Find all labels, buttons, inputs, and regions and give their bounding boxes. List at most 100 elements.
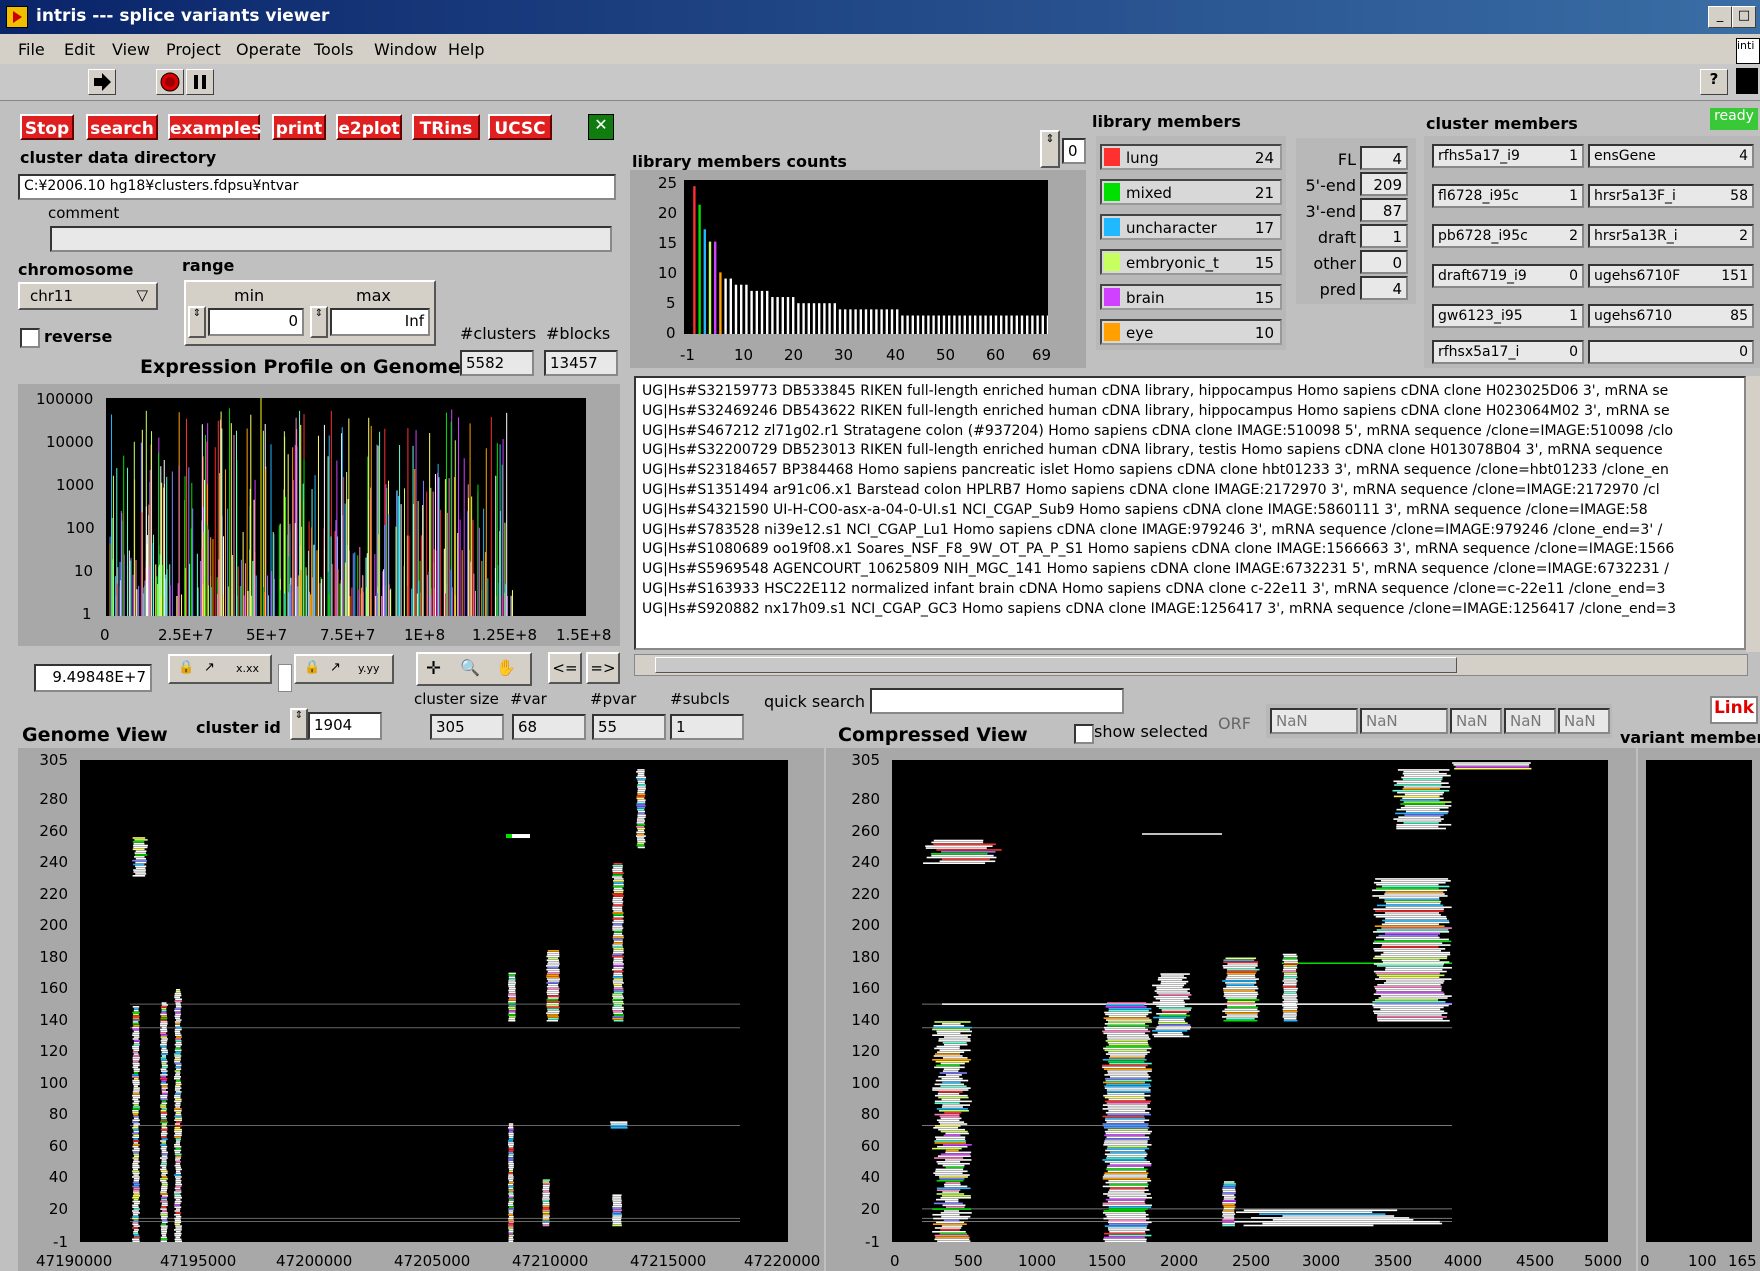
- library-member-row[interactable]: mixed 21: [1100, 179, 1282, 205]
- list-item[interactable]: UG|Hs#S783528 ni39e12.s1 NCI_CGAP_Lu1 Ho…: [642, 521, 1738, 541]
- genome-exon: [133, 1161, 140, 1163]
- cluster-dir-field[interactable]: C:¥2006.10 hg18¥clusters.fdpsu¥ntvar: [18, 174, 616, 200]
- genome-exon: [613, 934, 624, 937]
- menu-edit[interactable]: Edit: [64, 40, 95, 59]
- range-max-stepper[interactable]: ⇕: [310, 306, 328, 338]
- crosshair-icon[interactable]: ✛: [426, 658, 441, 679]
- genome-exon: [612, 1217, 622, 1219]
- compressed-exon: [936, 1221, 965, 1224]
- pause-icon[interactable]: [186, 69, 214, 95]
- library-member-row[interactable]: eye 10: [1100, 319, 1282, 345]
- cluster-member-right[interactable]: hrsr5a13R_i 2: [1588, 224, 1754, 248]
- x-autoscale-icon[interactable]: ↗: [204, 660, 215, 675]
- horizontal-scrollbar[interactable]: [634, 654, 1748, 676]
- menu-help[interactable]: Help: [448, 40, 484, 59]
- list-item[interactable]: UG|Hs#S4321590 UI-H-CO0-asx-a-04-0-UI.s1…: [642, 501, 1738, 521]
- library-member-row[interactable]: lung 24: [1100, 144, 1282, 170]
- cluster-member-right[interactable]: ensGene 4: [1588, 144, 1754, 168]
- reverse-checkbox[interactable]: [20, 328, 40, 348]
- menu-window[interactable]: Window: [374, 40, 437, 59]
- list-item[interactable]: UG|Hs#S32200729 DB523013 RIKEN full-leng…: [642, 441, 1738, 461]
- cluster-member-left[interactable]: draft6719_i9 0: [1432, 264, 1584, 288]
- list-item[interactable]: UG|Hs#S23184657 BP384468 Homo sapiens pa…: [642, 461, 1738, 481]
- cluster-member-right[interactable]: hrsr5a13F_i 58: [1588, 184, 1754, 208]
- compressed-exon: [931, 854, 994, 857]
- scale-toggle[interactable]: [278, 664, 292, 692]
- cluster-member-right[interactable]: ugehs6710 85: [1588, 304, 1754, 328]
- menu-view[interactable]: View: [112, 40, 150, 59]
- excel-icon[interactable]: ✕: [588, 114, 614, 140]
- help-button[interactable]: ?: [1700, 69, 1728, 95]
- abort-icon[interactable]: [156, 69, 184, 95]
- list-item[interactable]: UG|Hs#S32159773 DB533845 RIKEN full-leng…: [642, 382, 1738, 402]
- cluster-member-left[interactable]: rfhsx5a17_i 0: [1432, 340, 1584, 364]
- y-autoscale-icon[interactable]: ↗: [330, 660, 341, 675]
- cluster-member-left[interactable]: pb6728_i95c 2: [1432, 224, 1584, 248]
- library-member-row[interactable]: embryonic_t 15: [1100, 249, 1282, 275]
- trins-button[interactable]: TRins: [412, 114, 480, 140]
- cluster-member-left[interactable]: rfhs5a17_i9 1: [1432, 144, 1584, 168]
- sequence-list[interactable]: UG|Hs#S32159773 DB533845 RIKEN full-leng…: [634, 376, 1746, 650]
- examples-button[interactable]: examples: [168, 114, 261, 140]
- chromosome-select[interactable]: chr11 ▽: [18, 282, 158, 310]
- lib-counts-stepper[interactable]: ⇕: [1040, 130, 1060, 168]
- list-item[interactable]: UG|Hs#S163933 HSC22E112 normalized infan…: [642, 580, 1738, 600]
- link-button[interactable]: Link: [1710, 696, 1758, 724]
- list-item[interactable]: UG|Hs#S5969548 AGENCOURT_10625809 NIH_MG…: [642, 560, 1738, 580]
- lib-xtick: 20: [784, 346, 804, 364]
- range-min-stepper[interactable]: ⇕: [188, 306, 206, 338]
- e2plot-button[interactable]: e2plot: [336, 114, 402, 140]
- genome-exon: [175, 1098, 182, 1101]
- lib-counts-spin-field[interactable]: 0: [1062, 138, 1086, 164]
- list-item[interactable]: UG|Hs#S32469246 DB543622 RIKEN full-leng…: [642, 402, 1738, 422]
- ucsc-button[interactable]: UCSC: [488, 114, 552, 140]
- compressed-exon: [1376, 936, 1440, 939]
- x-format-icon[interactable]: x.xx: [236, 662, 259, 675]
- menu-operate[interactable]: Operate: [236, 40, 301, 59]
- search-button[interactable]: search: [86, 114, 158, 140]
- show-selected-checkbox[interactable]: [1074, 724, 1094, 744]
- run-arrow-icon[interactable]: [88, 69, 116, 95]
- cluster-id-field[interactable]: 1904: [308, 712, 382, 740]
- y-format-icon[interactable]: y.yy: [358, 662, 379, 675]
- list-item[interactable]: UG|Hs#S1351494 ar91c06.x1 Barstead colon…: [642, 481, 1738, 501]
- library-member-row[interactable]: uncharacter 17: [1100, 214, 1282, 240]
- menu-tools[interactable]: Tools: [314, 40, 353, 59]
- genome-exon: [160, 1140, 167, 1142]
- maximize-button[interactable]: □: [1732, 6, 1756, 28]
- menu-file[interactable]: File: [18, 40, 45, 59]
- vertical-scrollbar[interactable]: [1746, 376, 1760, 652]
- zoom-icon[interactable]: 🔍: [460, 658, 480, 677]
- list-item[interactable]: UG|Hs#S1080689 oo19f08.x1 Soares_NSF_F8_…: [642, 540, 1738, 560]
- lock-icon[interactable]: 🔒: [304, 660, 320, 675]
- library-count-bar: [703, 229, 706, 334]
- library-member-row[interactable]: brain 15: [1100, 284, 1282, 310]
- pan-hand-icon[interactable]: ✋: [496, 658, 516, 677]
- print-button[interactable]: print: [272, 114, 326, 140]
- quick-search-input[interactable]: [870, 688, 1124, 714]
- range-min-field[interactable]: 0: [208, 308, 304, 336]
- list-item[interactable]: UG|Hs#S467212 zl71g02.r1 Stratagene colo…: [642, 422, 1738, 442]
- cursor-value-field[interactable]: 9.49848E+7: [34, 664, 152, 692]
- cluster-member-left[interactable]: fl6728_i95c 1: [1432, 184, 1584, 208]
- genome-exon: [508, 1198, 514, 1201]
- genome-exon: [542, 1219, 550, 1221]
- chromosome-label: chromosome: [18, 260, 134, 279]
- menu-project[interactable]: Project: [166, 40, 221, 59]
- var-label: #var: [510, 690, 547, 708]
- list-item[interactable]: UG|Hs#S920882 nx17h09.s1 NCI_CGAP_GC3 Ho…: [642, 600, 1738, 620]
- cluster-member-right[interactable]: ugehs6710F 151: [1588, 264, 1754, 288]
- minimize-button[interactable]: _: [1708, 6, 1732, 28]
- stop-button[interactable]: Stop: [20, 114, 74, 140]
- lock-icon[interactable]: 🔒: [178, 660, 194, 675]
- cluster-id-stepper[interactable]: ⇕: [290, 708, 308, 740]
- cluster-member-left[interactable]: gw6123_i95 1: [1432, 304, 1584, 328]
- scrollbar-thumb[interactable]: [655, 657, 1457, 673]
- range-max-field[interactable]: Inf: [330, 308, 430, 336]
- compressed-exon: [1377, 904, 1444, 907]
- cluster-member-right[interactable]: 0: [1588, 340, 1754, 364]
- next-button[interactable]: =>: [586, 652, 620, 684]
- prev-button[interactable]: <=: [548, 652, 582, 684]
- comment-field[interactable]: [50, 226, 612, 252]
- genome-exon: [160, 1164, 167, 1167]
